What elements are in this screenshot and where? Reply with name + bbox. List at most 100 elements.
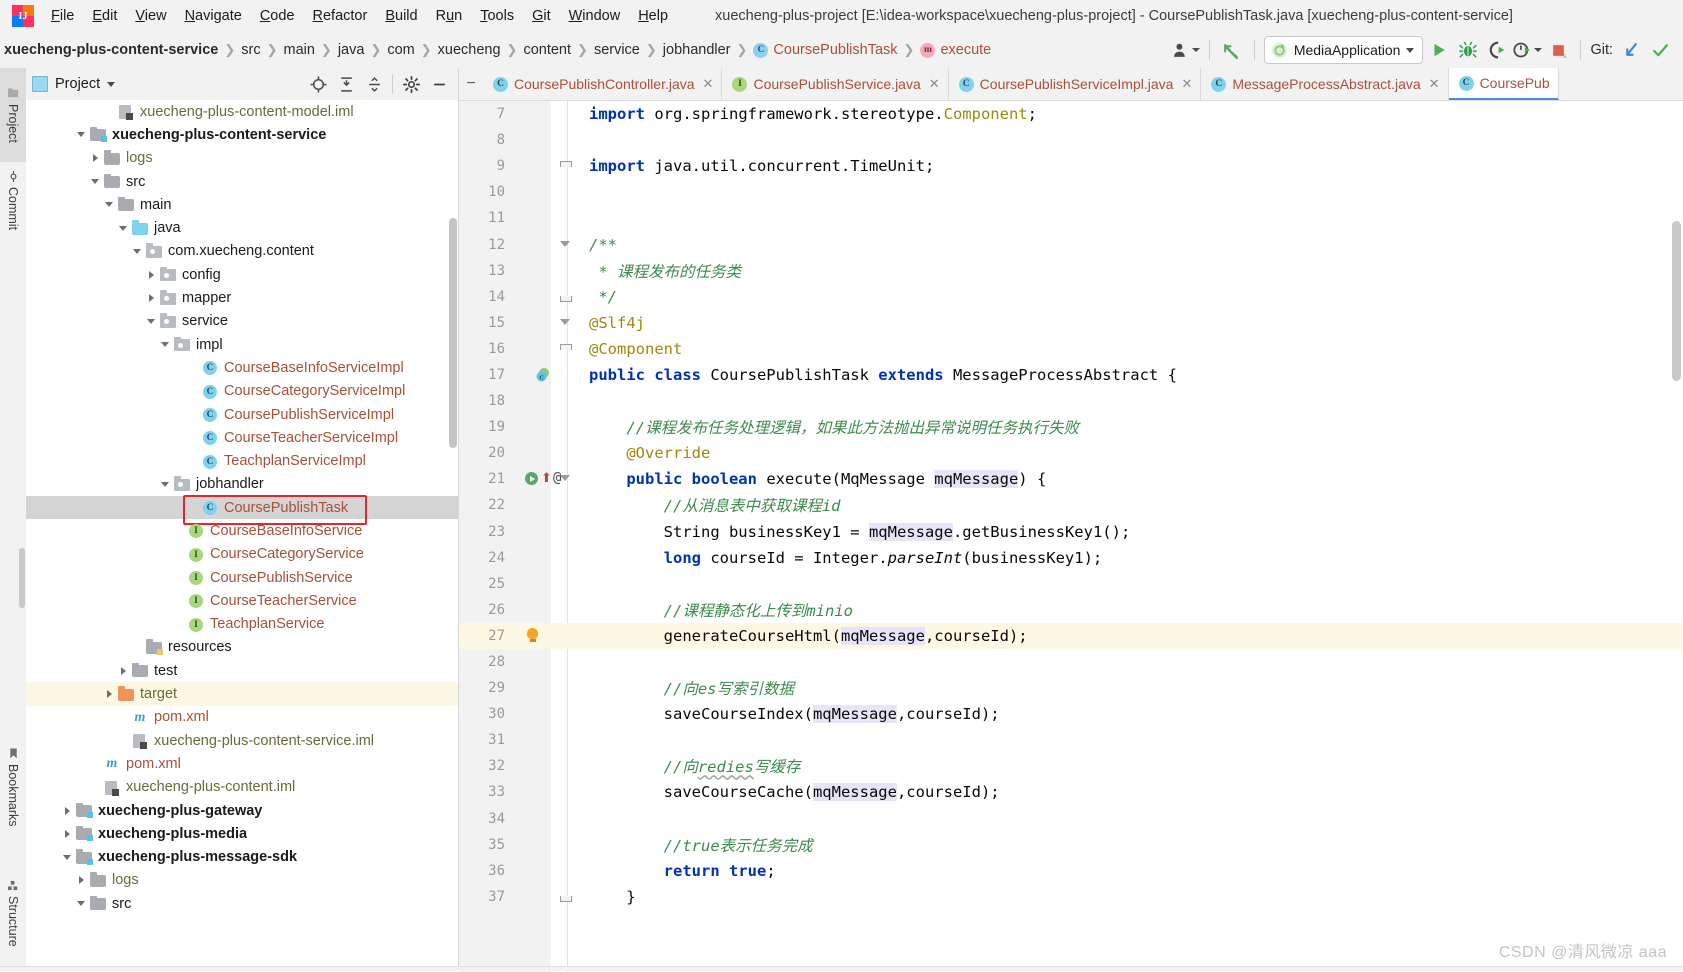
- gutter-icon-area[interactable]: [511, 127, 557, 153]
- code-text[interactable]: public class CoursePublishTask extends M…: [573, 366, 1177, 384]
- sidebar-item-bookmarks[interactable]: Bookmarks: [0, 728, 26, 846]
- code-text[interactable]: import java.util.concurrent.TimeUnit;: [573, 157, 934, 175]
- breadcrumb-item-content[interactable]: ❯ content: [501, 42, 571, 58]
- code-text[interactable]: }: [573, 888, 635, 906]
- code-line-29[interactable]: 29 //向es写索引数据: [459, 675, 1683, 701]
- code-line-10[interactable]: 10: [459, 179, 1683, 205]
- run-with-coverage-icon[interactable]: [1484, 37, 1510, 63]
- menu-item-tools[interactable]: Tools: [471, 5, 523, 27]
- code-line-18[interactable]: 18: [459, 388, 1683, 414]
- code-line-26[interactable]: 26 //课程静态化上传到minio: [459, 597, 1683, 623]
- code-editor[interactable]: 7 import org.springframework.stereotype.C…: [459, 101, 1683, 972]
- chevron-down-icon[interactable]: [74, 897, 88, 911]
- tree-item-service[interactable]: service: [26, 310, 458, 333]
- chevron-right-icon[interactable]: [74, 873, 88, 887]
- tree-item-com-xuecheng-content[interactable]: com.xuecheng.content: [26, 240, 458, 263]
- stop-icon[interactable]: s: [1545, 37, 1571, 63]
- breadcrumb-item-java[interactable]: ❯ java: [315, 42, 365, 58]
- gutter-icon-area[interactable]: [511, 701, 557, 727]
- code-text[interactable]: saveCourseCache(mqMessage,courseId);: [573, 783, 1000, 802]
- gutter-icon-area[interactable]: [511, 153, 557, 179]
- code-fold-marker[interactable]: [557, 336, 573, 362]
- settings-gear-icon[interactable]: [398, 72, 424, 96]
- code-text[interactable]: return true;: [573, 862, 776, 880]
- gutter-icon-area[interactable]: C: [511, 362, 557, 388]
- breadcrumb-item-com[interactable]: ❯ com: [364, 42, 414, 58]
- menu-item-git[interactable]: Git: [523, 5, 560, 27]
- code-text[interactable]: //向redies写缓存: [573, 755, 801, 777]
- code-text[interactable]: //向es写索引数据: [573, 677, 794, 699]
- tree-item-xuecheng-plus-content-service-iml[interactable]: xuecheng-plus-content-service.iml: [26, 729, 458, 752]
- tree-item-resources[interactable]: resources: [26, 636, 458, 659]
- tree-item-xuecheng-plus-media[interactable]: xuecheng-plus-media: [26, 822, 458, 845]
- breadcrumb-item-xuecheng-plus-content-service[interactable]: xuecheng-plus-content-service: [4, 42, 218, 58]
- code-line-16[interactable]: 16 @Component: [459, 336, 1683, 362]
- sidebar-item-structure[interactable]: Structure: [0, 858, 26, 968]
- gutter-icon-area[interactable]: [511, 258, 557, 284]
- code-line-33[interactable]: 33 saveCourseCache(mqMessage,courseId);: [459, 779, 1683, 805]
- run-gutter-icon[interactable]: [525, 472, 538, 486]
- gutter-icon-area[interactable]: [511, 779, 557, 805]
- gutter-icon-area[interactable]: [511, 675, 557, 701]
- tree-scrollbar[interactable]: [449, 218, 457, 448]
- tree-item-impl[interactable]: impl: [26, 333, 458, 356]
- code-text[interactable]: long courseId = Integer.parseInt(busines…: [573, 549, 1103, 567]
- tree-item-xuecheng-plus-message-sdk[interactable]: xuecheng-plus-message-sdk: [26, 846, 458, 869]
- run-configuration-selector[interactable]: MediaApplication: [1263, 36, 1424, 64]
- code-line-32[interactable]: 32 //向redies写缓存: [459, 753, 1683, 779]
- code-text[interactable]: @Slf4j: [573, 314, 645, 332]
- chevron-down-icon[interactable]: [130, 244, 144, 258]
- gutter-icon-area[interactable]: [511, 806, 557, 832]
- tree-item-java[interactable]: java: [26, 216, 458, 239]
- run-icon[interactable]: [1426, 37, 1452, 63]
- code-text[interactable]: /**: [573, 236, 617, 254]
- tree-item-courseteacherservice[interactable]: I CourseTeacherService: [26, 589, 458, 612]
- tree-item-src[interactable]: src: [26, 892, 458, 915]
- code-text[interactable]: import org.springframework.stereotype.Co…: [573, 105, 1037, 123]
- override-method-icon[interactable]: ⬆: [541, 471, 552, 486]
- code-fold-marker[interactable]: [557, 284, 573, 310]
- gutter-icon-area[interactable]: [511, 858, 557, 884]
- code-line-9[interactable]: 9 import java.util.concurrent.TimeUnit;: [459, 153, 1683, 179]
- code-line-17[interactable]: 17 Cpublic class CoursePublishTask extend…: [459, 362, 1683, 388]
- menu-item-file[interactable]: File: [42, 5, 83, 27]
- hide-panel-icon[interactable]: [426, 72, 452, 96]
- breadcrumb-item-service[interactable]: ❯ service: [571, 42, 640, 58]
- menu-item-view[interactable]: View: [126, 5, 175, 27]
- code-line-30[interactable]: 30 saveCourseIndex(mqMessage,courseId);: [459, 701, 1683, 727]
- user-silhouette-icon[interactable]: [1172, 37, 1200, 63]
- update-project-icon[interactable]: [1618, 37, 1644, 63]
- gutter-icon-area[interactable]: [511, 336, 557, 362]
- gutter-icon-area[interactable]: ⬆ @: [511, 466, 561, 492]
- profiler-icon[interactable]: [1513, 37, 1543, 63]
- implemented-method-icon[interactable]: C: [535, 367, 551, 383]
- chevron-right-icon[interactable]: [116, 664, 130, 678]
- code-line-20[interactable]: 20 @Override: [459, 440, 1683, 466]
- tree-item-coursecategoryservice[interactable]: I CourseCategoryService: [26, 543, 458, 566]
- chevron-right-icon[interactable]: [88, 151, 102, 165]
- editor-tab-coursepublishservice-java[interactable]: I CoursePublishService.java ✕: [722, 68, 949, 100]
- close-icon[interactable]: ✕: [929, 76, 940, 92]
- code-text[interactable]: //课程静态化上传到minio: [573, 599, 853, 621]
- gutter-icon-area[interactable]: [511, 310, 557, 336]
- code-line-15[interactable]: 15 @Slf4j: [459, 310, 1683, 336]
- chevron-down-icon[interactable]: [116, 221, 130, 235]
- code-text[interactable]: * 课程发布的任务类: [573, 260, 741, 282]
- gutter-icon-area[interactable]: [511, 727, 557, 753]
- code-text[interactable]: @Override: [573, 444, 710, 462]
- code-text[interactable]: //从消息表中获取课程id: [573, 494, 841, 516]
- panel-scrollbar[interactable]: [19, 548, 25, 608]
- menu-item-window[interactable]: Window: [560, 5, 630, 27]
- tree-item-coursebaseinfoservice[interactable]: I CourseBaseInfoService: [26, 519, 458, 542]
- code-line-8[interactable]: 8: [459, 127, 1683, 153]
- code-line-25[interactable]: 25: [459, 571, 1683, 597]
- breadcrumb-item-main[interactable]: ❯ main: [261, 42, 315, 58]
- tree-item-target[interactable]: target: [26, 682, 458, 706]
- code-line-27[interactable]: 27 generateCourseHtml(mqMessage,courseId…: [459, 622, 1683, 649]
- chevron-right-icon[interactable]: [60, 804, 74, 818]
- chevron-right-icon[interactable]: [60, 827, 74, 841]
- close-icon[interactable]: ✕: [703, 76, 714, 92]
- code-line-34[interactable]: 34: [459, 806, 1683, 832]
- editor-tab-coursepublishcontroller-java[interactable]: C CoursePublishController.java ✕: [483, 68, 723, 100]
- gutter-icon-area[interactable]: [511, 753, 557, 779]
